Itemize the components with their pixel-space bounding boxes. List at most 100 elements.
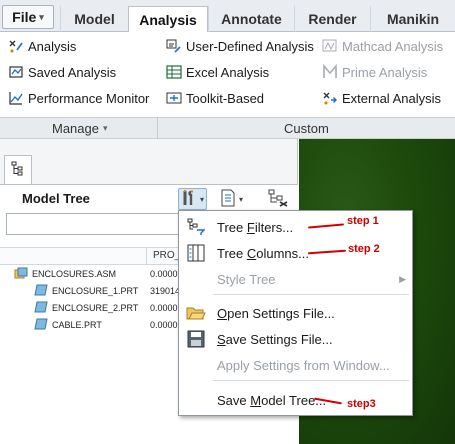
saved-analysis-label: Saved Analysis [28, 64, 117, 80]
user-defined-analysis-button[interactable]: User-Defined Analysis [166, 36, 314, 56]
submenu-arrow-icon: ▶ [399, 273, 406, 284]
tree-columns-icon [185, 243, 207, 263]
tab-render-label: Render [308, 11, 357, 27]
menu-item-save-settings[interactable]: Save Settings File... [179, 328, 412, 350]
tree-row[interactable]: ENCLOSURES.ASM [14, 266, 116, 282]
prime-analysis-label: Prime Analysis [342, 64, 428, 80]
tab-annotate-label: Annotate [221, 11, 282, 27]
part-icon [34, 301, 48, 315]
tree-row[interactable]: CABLE.PRT [34, 317, 102, 333]
annotation-step-2: step 2 [348, 243, 380, 255]
file-menu-button[interactable]: File ▾ [2, 5, 54, 29]
tree-row[interactable]: ENCLOSURE_2.PRT [34, 300, 138, 316]
menu-item-save-model-tree[interactable]: Save Model Tree... [179, 389, 412, 411]
tab-model[interactable]: Model [60, 6, 128, 32]
menu-item-style-tree[interactable]: Style Tree ▶ [179, 268, 412, 290]
analysis-label: Analysis [28, 38, 77, 54]
tree-row-value: 319014 [150, 286, 181, 296]
menu-item-label: Open Settings File... [217, 305, 335, 321]
performance-monitor-button[interactable]: Performance Monitor [8, 88, 149, 108]
part-icon [34, 284, 48, 298]
ribbon-panel: Analysis Saved Analysis Performance Moni… [0, 32, 455, 117]
toolkit-icon [166, 90, 182, 106]
tree-row[interactable]: ENCLOSURE_1.PRT [34, 283, 138, 299]
pro-column-header[interactable]: PRO_ [153, 250, 180, 261]
user-defined-analysis-label: User-Defined Analysis [186, 38, 314, 54]
settings-menu: Tree Filters... Tree Columns... Style Tr… [178, 210, 413, 416]
mathcad-analysis-label: Mathcad Analysis [342, 38, 444, 54]
custom-group-label: Custom [284, 121, 329, 136]
tree-visibility-button[interactable] [268, 188, 288, 210]
toolkit-based-button[interactable]: Toolkit-Based [166, 88, 264, 108]
custom-group-text: Custom [284, 121, 329, 136]
ribbon-tab-bar: File ▾ Model Analysis Annotate Render Ma… [0, 0, 455, 33]
menu-item-label: Tree Columns... [217, 245, 309, 261]
settings-dropdown-button[interactable]: ▾ [178, 188, 208, 210]
show-list-icon [220, 189, 236, 210]
toolkit-based-label: Toolkit-Based [186, 90, 265, 106]
saved-analysis-button[interactable]: Saved Analysis [8, 62, 116, 82]
chevron-down-icon: ▾ [200, 194, 205, 204]
tree-row-label: ENCLOSURE_2.PRT [52, 303, 139, 313]
group-divider [157, 118, 158, 140]
menu-item-apply-settings[interactable]: Apply Settings from Window... [179, 354, 412, 376]
mathcad-analysis-button[interactable]: Mathcad Analysis [322, 36, 443, 56]
excel-analysis-icon [166, 64, 182, 80]
tab-analysis-label: Analysis [139, 11, 197, 28]
part-icon [34, 318, 48, 332]
model-tree-tab-icon [11, 161, 25, 180]
open-folder-icon [185, 303, 207, 323]
excel-analysis-button[interactable]: Excel Analysis [166, 62, 269, 82]
manage-group-label[interactable]: Manage ▾ [52, 121, 108, 136]
tree-row-label: ENCLOSURE_1.PRT [52, 286, 139, 296]
ribbon-group-bar: Manage ▾ Custom [0, 117, 455, 140]
performance-monitor-icon [8, 90, 24, 106]
excel-analysis-label: Excel Analysis [186, 64, 270, 80]
save-disk-icon [185, 329, 207, 349]
model-tree-title: Model Tree [22, 191, 90, 206]
external-analysis-icon [322, 90, 338, 106]
tree-row-label: ENCLOSURES.ASM [32, 269, 117, 279]
chevron-down-icon: ▾ [102, 123, 108, 133]
menu-item-open-settings[interactable]: Open Settings File... [179, 302, 412, 324]
menu-separator [213, 294, 409, 295]
tab-render[interactable]: Render [294, 6, 370, 32]
model-tree-header: Model Tree ▾ ▾ [0, 185, 298, 213]
tree-row-label: CABLE.PRT [52, 320, 102, 330]
menu-item-label: Apply Settings from Window... [217, 357, 390, 373]
menu-item-label: Tree Filters... [217, 219, 294, 235]
menu-item-label: Save Settings File... [217, 331, 333, 347]
show-dropdown-button[interactable]: ▾ [220, 188, 243, 210]
mathcad-icon [322, 38, 338, 54]
model-tree-tab[interactable] [4, 155, 32, 185]
menu-item-label: Save Model Tree... [217, 392, 327, 408]
user-defined-analysis-icon [166, 38, 182, 54]
tools-icon [181, 189, 197, 210]
tab-manikin-label: Manikin [386, 11, 440, 27]
tree-hide-icon [268, 189, 288, 210]
tree-row-value: 0.0000 [150, 320, 178, 330]
analysis-icon [8, 38, 24, 54]
analysis-button[interactable]: Analysis [8, 36, 76, 56]
prime-analysis-button[interactable]: Prime Analysis [322, 62, 427, 82]
tree-filters-icon [185, 217, 207, 237]
manage-group-text: Manage [52, 121, 99, 136]
saved-analysis-icon [8, 64, 24, 80]
tree-row-value: 0.0000 [150, 303, 178, 313]
tab-manikin[interactable]: Manikin [370, 6, 455, 32]
assembly-icon [14, 267, 28, 281]
annotation-step-1: step 1 [347, 215, 379, 227]
chevron-down-icon: ▾ [239, 194, 244, 204]
performance-monitor-label: Performance Monitor [28, 90, 150, 106]
tab-annotate[interactable]: Annotate [208, 6, 294, 32]
prime-icon [322, 63, 338, 80]
tab-model-label: Model [74, 11, 115, 27]
column-divider [146, 248, 147, 265]
menu-separator [213, 380, 409, 381]
tree-row-value: 0.0000 [150, 269, 178, 279]
external-analysis-label: External Analysis [342, 90, 441, 106]
external-analysis-button[interactable]: External Analysis [322, 88, 441, 108]
tab-analysis[interactable]: Analysis [128, 6, 208, 33]
annotation-step-3: step3 [347, 398, 376, 410]
menu-item-label: Style Tree [217, 271, 276, 287]
